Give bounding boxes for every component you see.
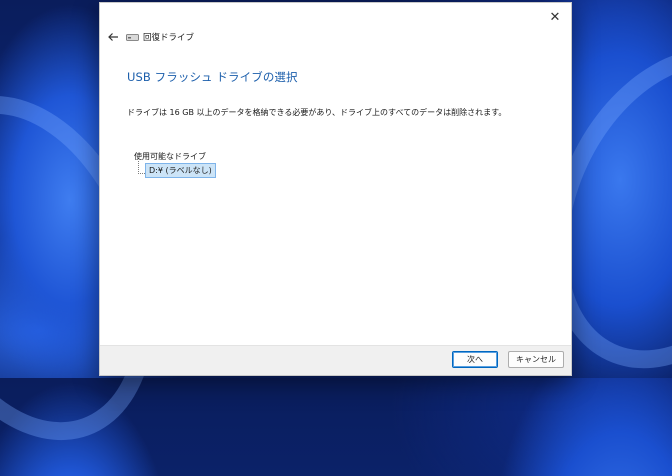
page-heading: USB フラッシュ ドライブの選択 xyxy=(127,70,298,84)
back-button[interactable] xyxy=(103,27,123,47)
back-arrow-icon xyxy=(108,33,118,41)
page-description: ドライブは 16 GB 以上のデータを格納できる必要があり、ドライブ上のすべての… xyxy=(127,108,507,117)
close-icon: ✕ xyxy=(549,9,561,25)
window-title: 回復ドライブ xyxy=(143,33,195,43)
drive-list-item[interactable]: D:¥ (ラベルなし) xyxy=(145,163,216,178)
recovery-drive-window: ✕ 回復ドライブ USB フラッシュ ドライブの選択 ドライブは 16 GB 以… xyxy=(99,2,572,376)
cancel-button[interactable]: キャンセル xyxy=(508,351,564,368)
button-bar: 次へ キャンセル xyxy=(100,345,571,375)
title-bar: 回復ドライブ xyxy=(100,25,571,49)
next-button[interactable]: 次へ xyxy=(452,351,498,368)
drive-icon xyxy=(126,34,139,41)
